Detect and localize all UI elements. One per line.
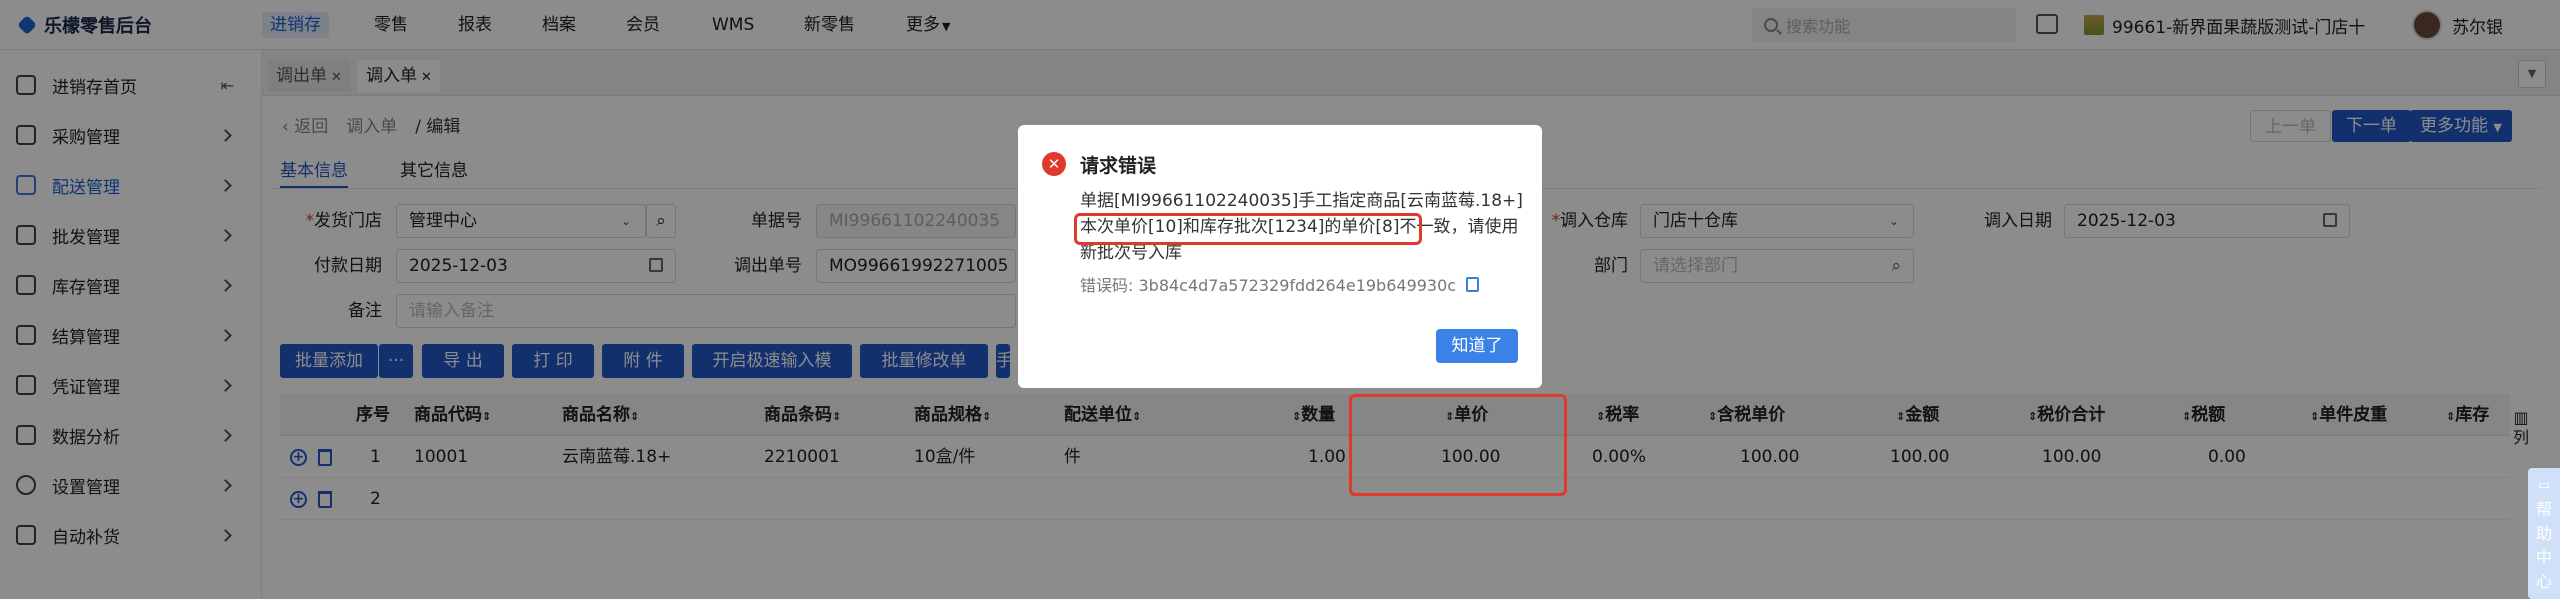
- error-icon: ✕: [1042, 152, 1066, 176]
- error-code: 错误码: 3b84c4d7a572329fdd264e19b649930c: [1080, 272, 1480, 296]
- error-dialog: ✕ 请求错误 单据[MI99661102240035]手工指定商品[云南蓝莓.1…: [1018, 125, 1542, 388]
- help-center-button[interactable]: ▭ 帮助中心: [2528, 468, 2560, 599]
- help-label: 帮助中心: [2535, 500, 2552, 591]
- copy-icon[interactable]: [1466, 276, 1480, 292]
- acknowledge-button[interactable]: 知道了: [1436, 329, 1518, 363]
- help-icon: ▭: [2537, 478, 2551, 493]
- message-highlight-box: [1074, 213, 1422, 245]
- dialog-title: 请求错误: [1080, 155, 1157, 177]
- error-code-text: 错误码: 3b84c4d7a572329fdd264e19b649930c: [1080, 276, 1457, 295]
- price-highlight-box: [1349, 394, 1567, 496]
